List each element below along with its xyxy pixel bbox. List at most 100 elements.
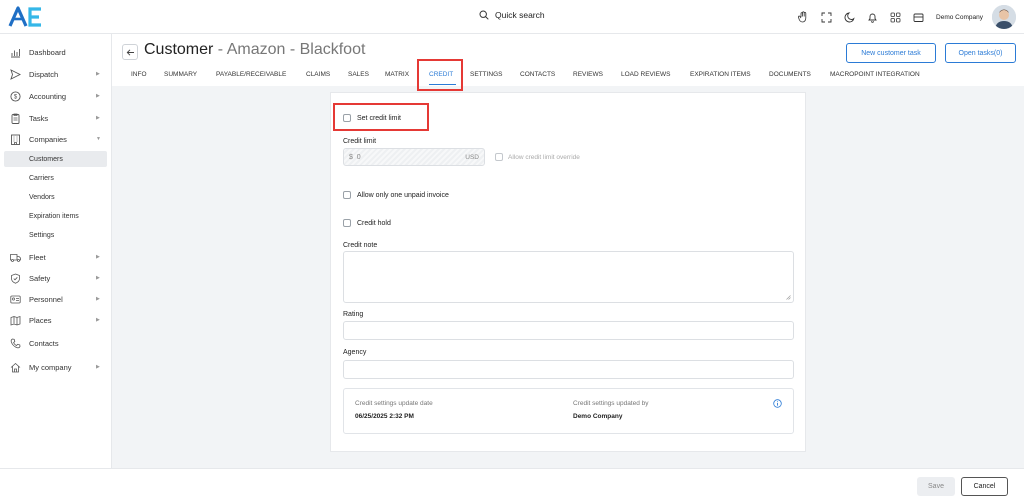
rating-input[interactable] — [343, 321, 794, 340]
building-icon — [11, 134, 20, 145]
footer-bar: Save Cancel — [0, 468, 1024, 503]
chevron-down-icon: ▼ — [96, 136, 101, 142]
checkbox[interactable] — [495, 153, 503, 161]
sidebar-subitem-vendors[interactable]: Vendors — [4, 189, 107, 205]
company-name[interactable]: Demo Company — [936, 14, 983, 21]
credit-note-label: Credit note — [343, 242, 378, 249]
new-customer-task-button[interactable]: New customer task — [846, 43, 936, 63]
credit-tab-highlight — [417, 59, 463, 91]
sidebar-item-dashboard[interactable]: Dashboard — [0, 42, 112, 62]
rating-label: Rating — [343, 311, 364, 318]
sidebar: Dashboard Dispatch ▶ $ Accounting ▶ Task… — [0, 34, 112, 468]
tab-contacts[interactable]: CONTACTS — [520, 71, 555, 78]
sidebar-item-contacts[interactable]: Contacts — [0, 333, 112, 353]
tab-macropoint-integration[interactable]: MACROPOINT INTEGRATION — [830, 71, 920, 78]
sidebar-subitem-customers[interactable]: Customers — [4, 151, 107, 167]
checkbox[interactable] — [343, 219, 351, 227]
quick-search-label: Quick search — [495, 10, 545, 20]
chevron-right-icon: ▶ — [96, 275, 100, 281]
tab-documents[interactable]: DOCUMENTS — [769, 71, 811, 78]
info-icon[interactable] — [773, 399, 782, 408]
cancel-button[interactable]: Cancel — [961, 477, 1008, 496]
chevron-right-icon: ▶ — [96, 71, 100, 77]
credit-limit-input[interactable]: $ 0 USD — [343, 148, 485, 166]
update-date-label: Credit settings update date — [355, 400, 433, 407]
resize-handle-icon[interactable] — [786, 295, 791, 300]
back-button[interactable] — [122, 44, 138, 60]
svg-text:$: $ — [14, 94, 18, 100]
quick-search[interactable]: Quick search — [479, 10, 545, 20]
agency-input[interactable] — [343, 360, 794, 379]
tab-payable-receivable[interactable]: PAYABLE/RECEIVABLE — [216, 71, 286, 78]
clipboard-icon — [11, 113, 20, 124]
send-icon — [10, 68, 21, 80]
credit-hold-checkbox[interactable]: Credit hold — [343, 219, 391, 227]
main-content: Customer - Amazon - Blackfoot New custom… — [112, 34, 1024, 468]
updated-by-value: Demo Company — [573, 413, 623, 420]
moon-icon[interactable] — [842, 10, 856, 24]
sidebar-item-my-company[interactable]: My company ▶ — [0, 357, 112, 377]
bell-icon[interactable] — [865, 10, 879, 24]
chevron-right-icon: ▶ — [96, 317, 100, 323]
tab-summary[interactable]: SUMMARY — [164, 71, 197, 78]
credit-limit-currency: USD — [465, 154, 479, 161]
sidebar-item-safety[interactable]: Safety ▶ — [0, 268, 112, 288]
tab-matrix[interactable]: MATRIX — [385, 71, 409, 78]
id-card-icon — [10, 295, 21, 303]
avatar[interactable] — [992, 5, 1016, 29]
sidebar-item-fleet[interactable]: Fleet ▶ — [0, 247, 112, 267]
sidebar-item-places[interactable]: Places ▶ — [0, 310, 112, 330]
sidebar-subitem-expiration-items[interactable]: Expiration items — [4, 208, 107, 224]
phone-icon — [10, 338, 21, 348]
chevron-right-icon: ▶ — [96, 296, 100, 302]
app-logo[interactable] — [8, 5, 46, 29]
truck-icon — [10, 253, 21, 262]
dollar-icon: $ — [10, 90, 21, 102]
page-header: Customer - Amazon - Blackfoot New custom… — [112, 34, 1024, 91]
sidebar-item-dispatch[interactable]: Dispatch ▶ — [0, 64, 112, 84]
tab-reviews[interactable]: REVIEWS — [573, 71, 603, 78]
sidebar-subitem-carriers[interactable]: Carriers — [4, 170, 107, 186]
credit-settings-card: Set credit limit Credit limit $ 0 USD Al… — [330, 92, 806, 452]
updated-by-label: Credit settings updated by — [573, 400, 649, 407]
inbox-icon[interactable] — [911, 10, 925, 24]
top-bar: Quick search Demo Company — [0, 0, 1024, 34]
sidebar-item-personnel[interactable]: Personnel ▶ — [0, 289, 112, 309]
tab-expiration-items[interactable]: EXPIRATION ITEMS — [690, 71, 751, 78]
save-button[interactable]: Save — [917, 477, 955, 496]
hand-icon[interactable] — [796, 10, 810, 24]
sidebar-subitem-settings[interactable]: Settings — [4, 227, 107, 243]
sidebar-item-tasks[interactable]: Tasks ▶ — [0, 108, 112, 128]
arrow-left-icon — [126, 48, 134, 56]
tab-claims[interactable]: CLAIMS — [306, 71, 330, 78]
update-date-value: 06/25/2025 2:32 PM — [355, 413, 414, 420]
chart-icon — [11, 48, 20, 57]
page-title-entity: Customer — [144, 41, 214, 58]
chevron-right-icon: ▶ — [96, 254, 100, 260]
allow-one-unpaid-label: Allow only one unpaid invoice — [357, 191, 449, 199]
fullscreen-icon[interactable] — [819, 10, 833, 24]
tab-settings[interactable]: SETTINGS — [470, 71, 503, 78]
map-icon — [10, 315, 21, 326]
credit-settings-info: Credit settings update date 06/25/2025 2… — [343, 388, 794, 434]
shield-icon — [11, 273, 20, 284]
sidebar-item-accounting[interactable]: $ Accounting ▶ — [0, 86, 112, 106]
apps-grid-icon[interactable] — [888, 10, 902, 24]
set-credit-limit-highlight — [333, 103, 429, 131]
credit-limit-value: 0 — [356, 154, 361, 161]
home-icon — [10, 362, 21, 372]
chevron-right-icon: ▶ — [96, 115, 100, 121]
tab-bar: INFO SUMMARY PAYABLE/RECEIVABLE CLAIMS S… — [112, 66, 1024, 86]
checkbox[interactable] — [343, 191, 351, 199]
allow-one-unpaid-checkbox[interactable]: Allow only one unpaid invoice — [343, 191, 449, 199]
open-tasks-button[interactable]: Open tasks(0) — [945, 43, 1016, 63]
credit-note-textarea[interactable] — [343, 251, 794, 303]
agency-label: Agency — [343, 349, 367, 356]
allow-credit-override-checkbox[interactable]: Allow credit limit override — [495, 153, 580, 161]
sidebar-item-companies[interactable]: Companies ▼ — [0, 129, 112, 149]
tab-load-reviews[interactable]: LOAD REVIEWS — [621, 71, 670, 78]
tab-sales[interactable]: SALES — [348, 71, 369, 78]
chevron-right-icon: ▶ — [96, 93, 100, 99]
credit-hold-label: Credit hold — [357, 219, 391, 227]
tab-info[interactable]: INFO — [131, 71, 147, 78]
